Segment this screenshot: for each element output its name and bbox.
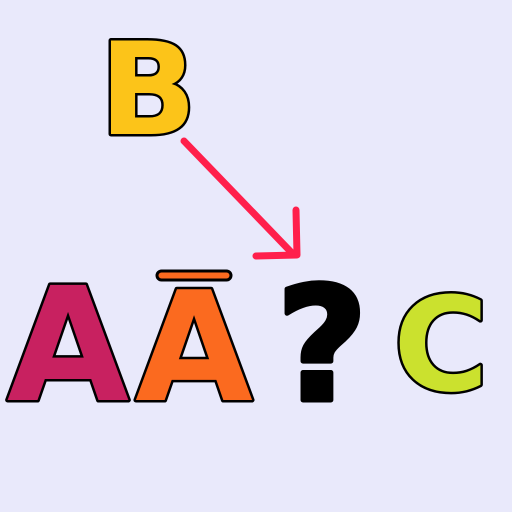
question-mark: ? xyxy=(276,254,368,438)
letter-a-plain: A xyxy=(7,254,129,438)
arrow-icon xyxy=(180,137,301,260)
letter-puzzle-illustration: B A A ? C xyxy=(4,14,491,441)
puzzle-canvas: B A A ? C xyxy=(0,0,512,512)
letter-a-macron: A xyxy=(135,259,253,436)
letter-c: C xyxy=(393,269,488,421)
